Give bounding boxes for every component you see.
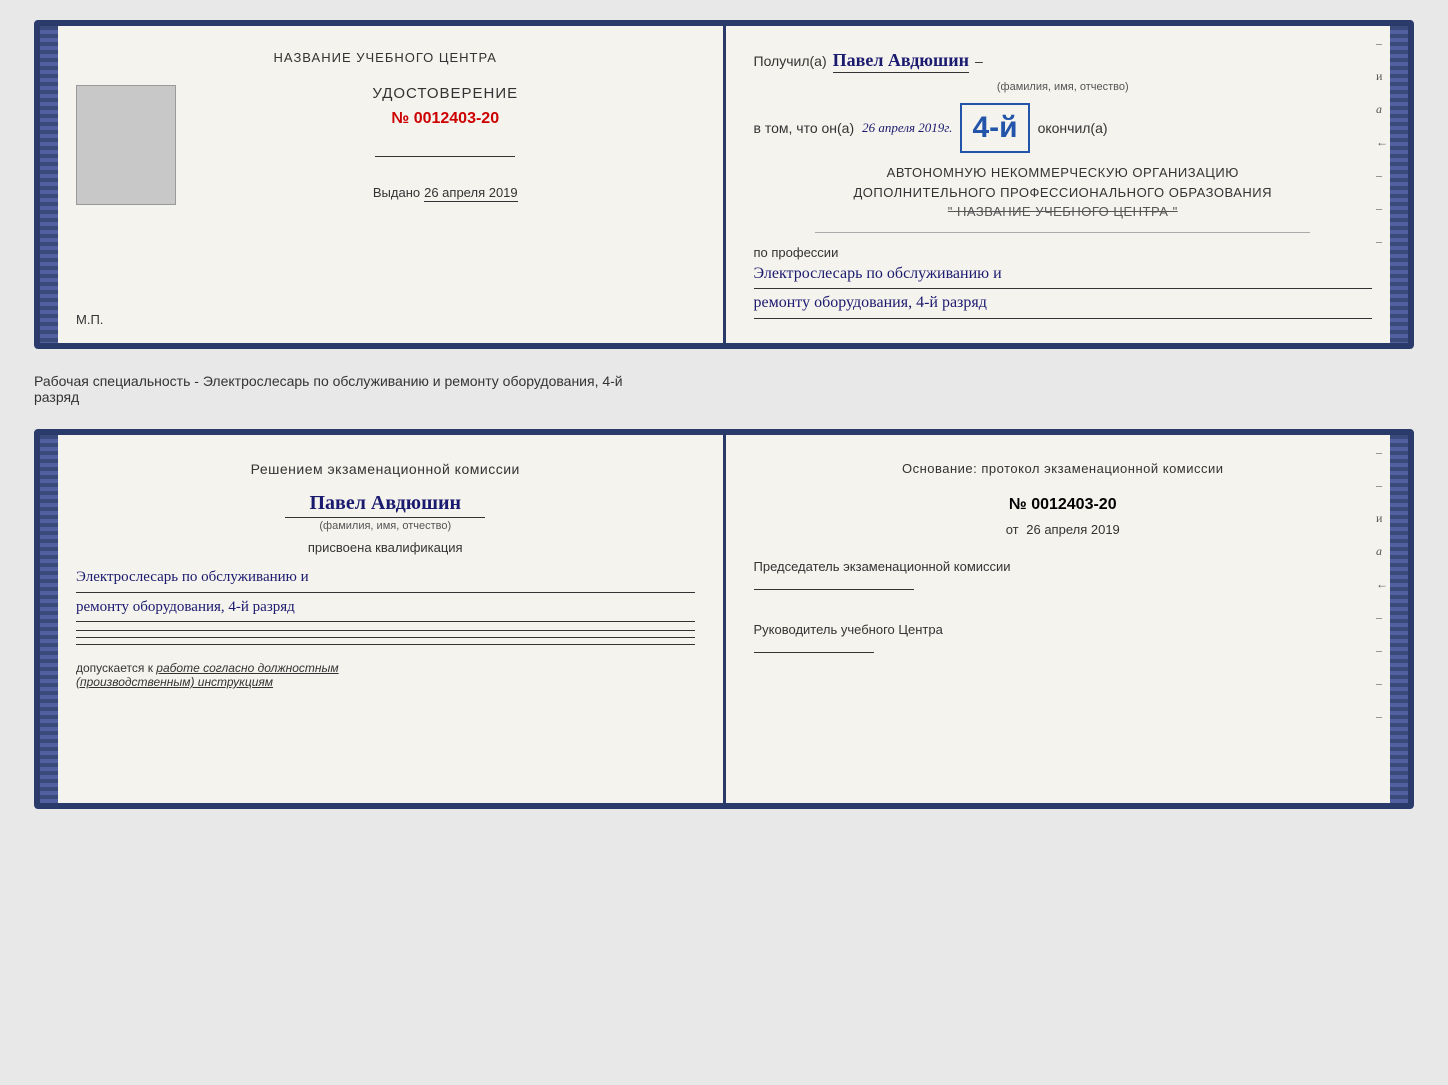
- fio-label-bottom: (фамилия, имя, отчество): [76, 520, 695, 532]
- cert-photo-row: УДОСТОВЕРЕНИЕ № 0012403-20 Выдано 26 апр…: [76, 85, 695, 205]
- cert-word: УДОСТОВЕРЕНИЕ: [372, 85, 518, 102]
- cert-number: № 0012403-20: [391, 110, 499, 128]
- qual-profession-hw1: Электрослесарь по обслуживанию и: [76, 563, 695, 593]
- director-sig-line: [754, 652, 874, 653]
- received-label: Получил(а): [754, 53, 827, 69]
- vtom-label: в том, что он(а): [754, 120, 855, 136]
- side-marks-top: – и а ← – – –: [1376, 36, 1388, 249]
- fio-label-top: (фамилия, имя, отчество): [754, 81, 1373, 93]
- stamp-box: 4-й: [960, 103, 1029, 153]
- issued-label: Выдано: [373, 185, 420, 200]
- chairman-sig-line: [754, 589, 914, 590]
- issued-date: 26 апреля 2019: [424, 185, 518, 202]
- osnov-text: Основание: протокол экзаменационной коми…: [754, 459, 1373, 480]
- side-marks-bottom: – – и а ← – – – –: [1376, 445, 1388, 724]
- protocol-date-line: от 26 апреля 2019: [754, 522, 1373, 537]
- date-prefix: от: [1006, 522, 1019, 537]
- qualification-left-page: Решением экзаменационной комиссии Павел …: [40, 435, 726, 803]
- signature-block: Председатель экзаменационной комиссии Ру…: [754, 557, 1373, 659]
- cert-photo-placeholder: [76, 85, 176, 205]
- cert-number-value: 0012403-20: [414, 110, 499, 127]
- middle-text-content: Рабочая специальность - Электрослесарь п…: [34, 373, 623, 405]
- chairman-label: Председатель экзаменационной комиссии: [754, 557, 1373, 596]
- cert-details: УДОСТОВЕРЕНИЕ № 0012403-20 Выдано 26 апр…: [196, 85, 695, 202]
- commission-title: Решением экзаменационной комиссии: [76, 459, 695, 480]
- org-block: АВТОНОМНУЮ НЕКОММЕРЧЕСКУЮ ОРГАНИЗАЦИЮ ДО…: [754, 163, 1373, 222]
- qualification-right-page: Основание: протокол экзаменационной коми…: [726, 435, 1409, 803]
- protocol-number: № 0012403-20: [754, 496, 1373, 514]
- profession-label: по профессии: [754, 245, 1373, 260]
- middle-text: Рабочая специальность - Электрослесарь п…: [34, 365, 1414, 413]
- director-label: Руководитель учебного Центра: [754, 620, 1373, 659]
- certificate-left-page: НАЗВАНИЕ УЧЕБНОГО ЦЕНТРА УДОСТОВЕРЕНИЕ №…: [40, 26, 726, 343]
- assigned-label: присвоена квалификация: [76, 540, 695, 555]
- date-finished: 26 апреля 2019г.: [862, 120, 952, 136]
- org-line2: ДОПОЛНИТЕЛЬНОГО ПРОФЕССИОНАЛЬНОГО ОБРАЗО…: [754, 183, 1373, 203]
- profession-hw1: Электрослесарь по обслуживанию и: [754, 260, 1373, 290]
- certificate-right-page: Получил(а) Павел Авдюшин – (фамилия, имя…: [726, 26, 1409, 343]
- recipient-line: Получил(а) Павел Авдюшин –: [754, 50, 1373, 73]
- dash-after-name: –: [975, 53, 983, 69]
- profession-hw2: ремонту оборудования, 4-й разряд: [754, 289, 1373, 319]
- certificate-booklet: НАЗВАНИЕ УЧЕБНОГО ЦЕНТРА УДОСТОВЕРЕНИЕ №…: [34, 20, 1414, 349]
- cert-number-prefix: №: [391, 110, 409, 127]
- org-line3: " НАЗВАНИЕ УЧЕБНОГО ЦЕНТРА ": [754, 202, 1373, 222]
- stamp-grade: 4-й: [972, 111, 1017, 144]
- cert-issued-line: Выдано 26 апреля 2019: [373, 185, 518, 202]
- допускается-label: допускается к: [76, 661, 153, 675]
- vtom-line: в том, что он(а) 26 апреля 2019г. 4-й ок…: [754, 103, 1373, 153]
- training-center-title: НАЗВАНИЕ УЧЕБНОГО ЦЕНТРА: [76, 50, 695, 65]
- finished-label: окончил(а): [1038, 120, 1108, 136]
- org-line1: АВТОНОМНУЮ НЕКОММЕРЧЕСКУЮ ОРГАНИЗАЦИЮ: [754, 163, 1373, 183]
- recipient-name: Павел Авдюшин: [833, 50, 969, 70]
- mp-label: М.П.: [76, 312, 103, 327]
- qualification-booklet: Решением экзаменационной комиссии Павел …: [34, 429, 1414, 809]
- protocol-date: 26 апреля 2019: [1026, 522, 1120, 537]
- qual-profession-hw2: ремонту оборудования, 4-й разряд: [76, 593, 695, 623]
- допускается-block: допускается к работе согласно должностны…: [76, 661, 695, 689]
- qual-name: Павел Авдюшин: [76, 492, 695, 515]
